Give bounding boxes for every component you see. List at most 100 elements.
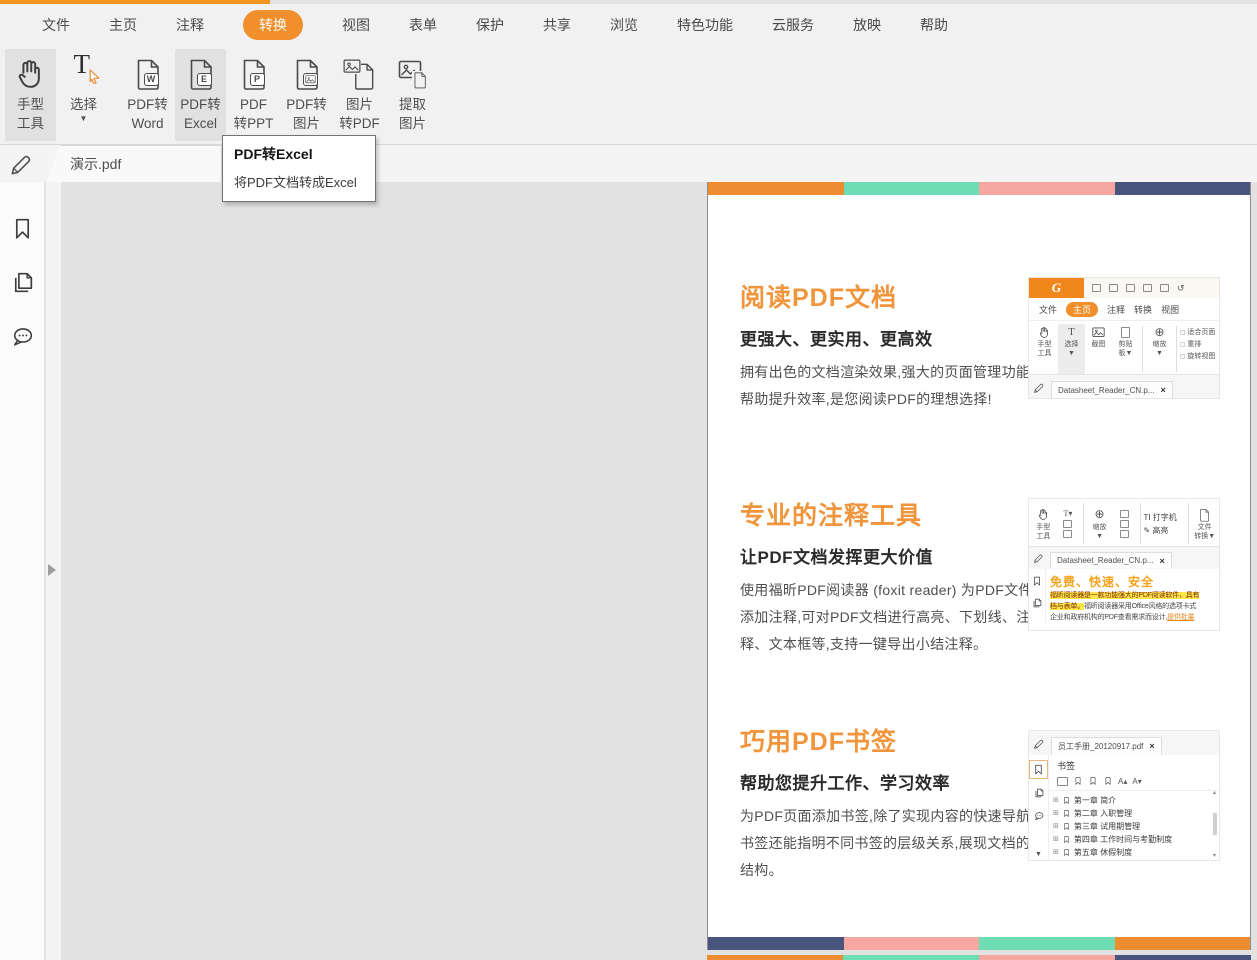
hand-tool-button[interactable]: 手型 工具 [5, 49, 56, 141]
mini-bookmark-icon [1031, 575, 1043, 587]
comments-panel-icon[interactable] [9, 323, 36, 350]
panel-expand-handle[interactable] [48, 564, 56, 576]
mini-zoom-icon: ⊕ [1095, 507, 1105, 523]
ribbon-toolbar: 手型 工具 选择 ▼ W PDF转 Word E PDF转 Excel P PD… [0, 45, 1257, 145]
mini-active-tab: 主页 [1066, 302, 1098, 317]
bookmark-glyph-icon [1062, 796, 1071, 805]
mini-close-icon: × [1161, 385, 1166, 395]
section-read-pdf: 阅读PDF文档 更强大、更实用、更高效 拥有出色的文档渲染效果,强大的页面管理功… [740, 278, 1036, 413]
bookmark-glyph-icon [1062, 848, 1071, 857]
mini-close-icon: × [1149, 741, 1154, 751]
navigation-sidebar [0, 182, 45, 960]
menu-help[interactable]: 帮助 [920, 15, 948, 35]
document-viewport: 阅读PDF文档 更强大、更实用、更高效 拥有出色的文档渲染效果,强大的页面管理功… [61, 182, 1257, 960]
tooltip-title: PDF转Excel [234, 144, 364, 164]
screenshot-annotation-ui: 手型工具 T▾ ⊕ 缩放▼ TI 打字机 ✎ 高亮 文件转换▼ Datashee… [1028, 498, 1220, 631]
mini-pages-icon [1033, 787, 1045, 799]
menu-features[interactable]: 特色功能 [677, 15, 733, 35]
mini-doc-icon [1198, 508, 1211, 522]
section-subheading: 帮助您提升工作、学习效率 [740, 769, 1036, 794]
bookmark-item: 第五章 休假制度 [1053, 846, 1219, 859]
bookmarks-panel-title: 书签 [1049, 755, 1219, 774]
mini-zoom-icon: ⊕ [1154, 324, 1164, 340]
ppt-badge-icon: P [250, 73, 265, 86]
section-body: 为PDF页面添加书签,除了实现内容的快速导航,书签还能指明不同书签的层级关系,展… [740, 803, 1036, 884]
menu-browse[interactable]: 浏览 [610, 15, 638, 35]
menu-home[interactable]: 主页 [109, 15, 137, 35]
bookmarks-panel-icon[interactable] [9, 215, 36, 242]
mini-bookmark-icon-active [1032, 763, 1045, 776]
document-tabbar: 演示.pdf [0, 145, 1257, 182]
menu-present[interactable]: 放映 [853, 15, 881, 35]
mini-pages-icon [1031, 597, 1043, 609]
mini-snapshot-icon [1092, 327, 1105, 338]
mini-pencil-icon [1033, 552, 1045, 564]
section-heading: 巧用PDF书签 [740, 722, 1036, 758]
section-body: 拥有出色的文档渲染效果,强大的页面管理功能,帮助提升效率,是您阅读PDF的理想选… [740, 359, 1036, 413]
pdf-to-ppt-button[interactable]: P PDF 转PPT [228, 49, 279, 141]
image-to-pdf-button[interactable]: 图片 转PDF [334, 49, 385, 141]
screenshot-bookmarks-ui: 员工手册_20120917.pdf× ▼ 书签 A▴ [1028, 730, 1220, 861]
screenshot-reader-ui: G ↺ 文件 主页 注释 转换 视图 手型工具 T 选择▼ [1028, 277, 1220, 399]
mini-font-larger-icon: A▴ [1118, 777, 1127, 786]
mini-expand-all-icon [1057, 777, 1068, 786]
menu-form[interactable]: 表单 [409, 15, 437, 35]
mini-close-icon: × [1160, 556, 1165, 566]
section-bookmarks: 巧用PDF书签 帮助您提升工作、学习效率 为PDF页面添加书签,除了实现内容的快… [740, 722, 1036, 884]
mini-save-icon [1109, 284, 1118, 292]
bookmark-glyph-icon [1062, 835, 1071, 844]
tooltip-description: 将PDF文档转成Excel [234, 172, 364, 191]
section-subheading: 更强大、更实用、更高效 [740, 325, 1036, 350]
image-icon [343, 59, 361, 74]
pdf-to-image-button[interactable]: PDF转 图片 [281, 49, 332, 141]
mini-font-smaller-icon: A▾ [1132, 777, 1141, 786]
section-heading: 阅读PDF文档 [740, 278, 1036, 314]
mini-bookmark-up-icon [1088, 776, 1098, 786]
bookmark-item: 第三章 试用期管理 [1053, 820, 1219, 833]
word-badge-icon: W [144, 73, 159, 86]
bookmark-item: 第二章 入职管理 [1053, 807, 1219, 820]
annotate-pencil-icon[interactable] [9, 150, 36, 177]
mini-rail-collapse-icon: ▼ [1035, 851, 1042, 858]
menu-cloud[interactable]: 云服务 [772, 15, 814, 35]
mini-hand-icon [1038, 326, 1051, 339]
menu-share[interactable]: 共享 [543, 15, 571, 35]
tooltip: PDF转Excel 将PDF文档转成Excel [222, 135, 376, 202]
bookmark-item: 第四章 工作时间与考勤制度 [1053, 833, 1219, 846]
section-subheading: 让PDF文档发挥更大价值 [740, 543, 1036, 568]
select-tool-button[interactable]: 选择 ▼ [58, 49, 109, 141]
document-tab[interactable]: 演示.pdf [46, 145, 222, 182]
section-heading: 专业的注释工具 [740, 496, 1036, 532]
section-annotation-tools: 专业的注释工具 让PDF文档发挥更大价值 使用福昕PDF阅读器 (foxit r… [740, 496, 1036, 658]
mini-open-icon [1092, 284, 1101, 292]
mini-doc-icon [1160, 284, 1169, 292]
mini-scrollbar: ▴▾ [1211, 789, 1218, 859]
cursor-icon [88, 69, 101, 84]
pdf-to-excel-button[interactable]: E PDF转 Excel [175, 49, 226, 141]
mini-hand-icon [1037, 508, 1050, 521]
chevron-down-icon: ▼ [80, 114, 88, 124]
menu-protect[interactable]: 保护 [476, 15, 504, 35]
mini-doc-heading: 免费、快速、安全 [1050, 573, 1216, 590]
menu-view[interactable]: 视图 [342, 15, 370, 35]
pdf-page: 阅读PDF文档 更强大、更实用、更高效 拥有出色的文档渲染效果,强大的页面管理功… [707, 182, 1251, 950]
section-body: 使用福昕PDF阅读器 (foxit reader) 为PDF文件添加注释,可对P… [740, 577, 1036, 658]
foxit-logo: G [1029, 278, 1084, 298]
pages-panel-icon[interactable] [9, 269, 36, 296]
bookmark-item: 第一章 简介 [1053, 794, 1219, 807]
mini-bookmark-down-icon [1103, 776, 1113, 786]
pdf-to-word-button[interactable]: W PDF转 Word [122, 49, 173, 141]
bookmark-glyph-icon [1062, 809, 1071, 818]
mini-comment-icon [1033, 810, 1045, 822]
sheet-icon [412, 71, 428, 89]
page-bottom-stripes [708, 937, 1250, 950]
extract-image-button[interactable]: 提取 图片 [387, 49, 438, 141]
menu-comment[interactable]: 注释 [176, 15, 204, 35]
next-page-top-stripes [707, 955, 1251, 960]
menu-file[interactable]: 文件 [42, 15, 70, 35]
menu-convert[interactable]: 转换 [243, 10, 303, 40]
select-text-icon [69, 57, 99, 91]
ribbon-menubar: 文件 主页 注释 转换 视图 表单 保护 共享 浏览 特色功能 云服务 放映 帮… [0, 4, 1257, 45]
mini-mail-icon [1143, 284, 1152, 292]
mini-print-icon [1126, 284, 1135, 292]
